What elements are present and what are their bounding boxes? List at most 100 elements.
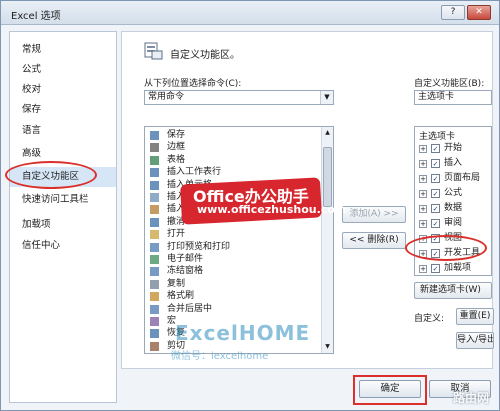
scroll-down-icon[interactable]: ▼: [322, 341, 333, 353]
ribbon-tab-item[interactable]: + ✓ 公式: [415, 186, 491, 201]
ribbon-tab-item[interactable]: + ✓ 页面布局: [415, 171, 491, 186]
watermark-url-text: www.officezhushou.com: [197, 203, 347, 216]
command-label: 表格: [167, 154, 186, 165]
ribbon-tab-label: 插入: [444, 158, 463, 168]
choose-commands-label: 从下列位置选择命令(C):: [144, 79, 242, 89]
copy-icon: [150, 279, 159, 289]
expand-icon[interactable]: +: [419, 160, 427, 168]
command-item[interactable]: 复制: [145, 278, 315, 290]
add-button[interactable]: 添加(A) >>: [342, 206, 406, 223]
customizations-label: 自定义:: [414, 314, 445, 324]
save-icon: [150, 131, 159, 140]
border-icon: [150, 143, 159, 153]
ribbon-tab-label: 公式: [444, 188, 463, 198]
help-button[interactable]: ?: [441, 5, 465, 20]
command-item[interactable]: 表格: [145, 154, 315, 166]
command-item[interactable]: 打印预览和打印: [145, 241, 315, 253]
choose-commands-value: 常用命令: [148, 92, 185, 102]
chevron-down-icon: ▼: [320, 91, 333, 104]
cut-icon: [150, 341, 159, 351]
command-item[interactable]: 合并后居中: [145, 303, 315, 315]
merge-center-icon: [150, 304, 159, 314]
reset-button[interactable]: 重置(E): [456, 308, 494, 325]
command-item[interactable]: 冻结窗格: [145, 265, 315, 277]
freeze-panes-icon: [150, 267, 159, 277]
command-item[interactable]: 电子邮件: [145, 253, 315, 265]
open-icon: [150, 230, 159, 240]
scroll-thumb[interactable]: [323, 147, 332, 207]
expand-icon[interactable]: +: [419, 145, 427, 153]
picture-icon: [150, 205, 159, 215]
ribbon-tab-label: 开始: [444, 143, 463, 153]
nav-item-trust-center[interactable]: 信任中心: [10, 236, 116, 256]
command-item[interactable]: 边框: [145, 141, 315, 153]
wechat-watermark: 微信号：iexcelhome: [171, 351, 269, 362]
nav-item-language[interactable]: 语言: [10, 121, 116, 141]
excelhome-watermark: ExcelHOME: [175, 321, 311, 345]
tab-checkbox[interactable]: ✓: [431, 264, 440, 273]
command-label: 边框: [167, 142, 186, 153]
tab-checkbox[interactable]: ✓: [431, 204, 440, 213]
ribbon-tab-label: 页面布局: [444, 173, 481, 183]
nav-item-save[interactable]: 保存: [10, 100, 116, 120]
nav-item-proofing[interactable]: 校对: [10, 80, 116, 100]
tab-checkbox[interactable]: ✓: [431, 189, 440, 198]
import-export-button[interactable]: 导入/导出: [456, 332, 494, 349]
options-nav: 常规 公式 校对 保存 语言 高级 自定义功能区 快速访问工具栏 加载项 信任中…: [9, 31, 117, 403]
command-label: 打开: [167, 229, 186, 240]
format-painter-icon: [150, 292, 159, 302]
expand-icon[interactable]: +: [419, 220, 427, 228]
tab-checkbox[interactable]: ✓: [431, 144, 440, 153]
nav-item-add-ins[interactable]: 加载项: [10, 215, 116, 235]
customize-ribbon-icon: [144, 42, 163, 60]
ribbon-tab-label: 数据: [444, 203, 463, 213]
nav-item-general[interactable]: 常规: [10, 40, 116, 60]
command-item[interactable]: 保存: [145, 129, 315, 141]
command-item[interactable]: 插入工作表行: [145, 166, 315, 178]
choose-commands-dropdown[interactable]: 常用命令 ▼: [144, 90, 334, 105]
ribbon-tabs-dropdown[interactable]: 主选项卡: [414, 90, 492, 105]
insert-icon: [150, 193, 159, 202]
close-button[interactable]: ✕: [467, 5, 491, 20]
table-icon: [150, 155, 159, 165]
expand-icon[interactable]: +: [419, 175, 427, 183]
commands-scrollbar[interactable]: ▲ ▼: [321, 127, 333, 353]
command-label: 格式刷: [167, 291, 195, 302]
command-label: 保存: [167, 130, 186, 140]
remove-button[interactable]: << 删除(R): [342, 232, 406, 249]
ribbon-tab-item[interactable]: + ✓ 审阅: [415, 216, 491, 231]
nav-item-formulas[interactable]: 公式: [10, 60, 116, 80]
expand-icon[interactable]: +: [419, 190, 427, 198]
print-preview-icon: [150, 242, 159, 252]
expand-icon[interactable]: +: [419, 265, 427, 273]
command-item[interactable]: 格式刷: [145, 290, 315, 302]
ribbon-tab-item[interactable]: + ✓ 插入: [415, 156, 491, 171]
site-watermark: 路由网: [453, 391, 490, 405]
expand-icon[interactable]: +: [419, 205, 427, 213]
tab-checkbox[interactable]: ✓: [431, 219, 440, 228]
email-icon: [150, 255, 159, 264]
ribbon-tabs-value: 主选项卡: [418, 92, 455, 102]
tab-checkbox[interactable]: ✓: [431, 174, 440, 183]
undo-icon: [150, 217, 159, 227]
tab-checkbox[interactable]: ✓: [431, 159, 440, 168]
ribbon-tab-item[interactable]: + ✓ 开始: [415, 141, 491, 156]
commands-list[interactable]: 保存边框表格插入工作表行插入单元格插入插入图片撤消打开打印预览和打印电子邮件冻结…: [144, 126, 334, 354]
insert-cells-icon: [150, 180, 159, 190]
customize-ribbon-label: 自定义功能区(B):: [414, 79, 485, 89]
command-label: 打印预览和打印: [167, 241, 231, 252]
highlight-ring-nav: [5, 161, 97, 189]
ribbon-tab-item[interactable]: + ✓ 数据: [415, 201, 491, 216]
macro-icon: [150, 317, 159, 326]
new-tab-button[interactable]: 新建选项卡(W): [414, 282, 492, 299]
ribbon-tab-item[interactable]: + ✓ 加载项: [415, 261, 491, 275]
insert-row-icon: [150, 168, 159, 178]
highlight-ring-developer-tab: [405, 235, 487, 261]
scroll-up-icon[interactable]: ▲: [322, 127, 333, 139]
command-label: 插入工作表行: [167, 167, 222, 178]
command-label: 合并后居中: [167, 303, 213, 314]
command-item[interactable]: 打开: [145, 228, 315, 240]
command-label: 电子邮件: [167, 254, 204, 264]
highlight-box-ok: [353, 375, 427, 405]
nav-item-quick-access-toolbar[interactable]: 快速访问工具栏: [10, 190, 116, 210]
